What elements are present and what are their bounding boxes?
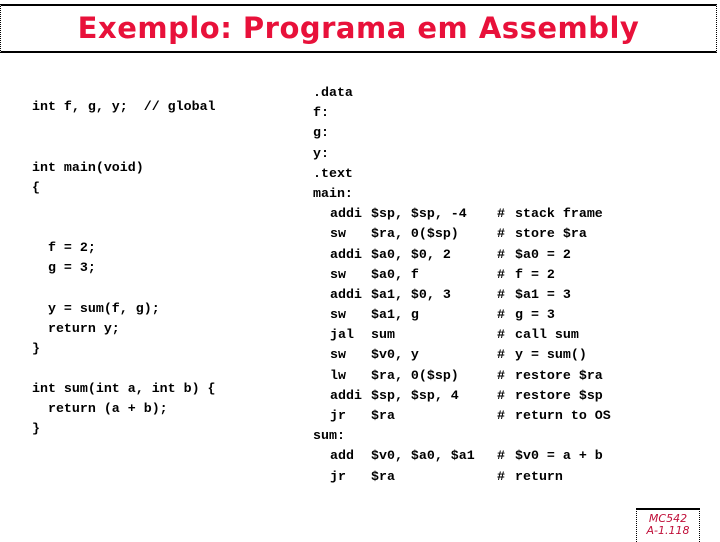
asm-operands: $ra, 0($sp): [371, 226, 459, 242]
asm-opcode: jr: [330, 408, 346, 423]
comment-marker: #: [497, 347, 505, 363]
asm-comment: restore $sp: [515, 387, 603, 403]
asm-comment: $v0 = a + b: [515, 448, 603, 464]
asm-comment: $a1 = 3: [515, 286, 571, 302]
page-number: A-1.118: [646, 524, 690, 537]
asm-operands: $a1, g: [371, 307, 419, 323]
c-code-line: y = sum(f, g);: [32, 301, 160, 316]
c-code-line: g = 3;: [32, 260, 96, 275]
asm-operands: $ra: [371, 408, 395, 423]
asm-operands: $a0, f: [371, 266, 419, 282]
asm-opcode: lw: [330, 367, 346, 383]
asm-operands: $sp, $sp, -4: [371, 206, 467, 222]
c-code-line: }: [32, 421, 40, 436]
c-code-line: int main(void): [32, 160, 144, 175]
asm-opcode: sw: [330, 307, 346, 323]
c-code-line: int f, g, y; // global: [32, 99, 216, 114]
comment-marker: #: [497, 246, 505, 262]
slide-title: Exemplo: Programa em Assembly: [77, 11, 640, 45]
asm-opcode: sw: [330, 226, 346, 242]
asm-label: f:: [313, 105, 329, 121]
asm-label: y:: [313, 145, 329, 161]
asm-label: main:: [313, 185, 353, 201]
comment-marker: #: [497, 408, 505, 423]
asm-comment: stack frame: [515, 206, 603, 222]
asm-label: .text: [313, 165, 353, 181]
c-code-line: return y;: [32, 321, 120, 336]
asm-opcode: addi: [330, 206, 362, 222]
asm-comment: y = sum(): [515, 347, 587, 363]
comment-marker: #: [497, 206, 505, 222]
asm-operands: sum: [371, 327, 395, 343]
asm-comment: return to OS: [515, 408, 611, 423]
asm-opcode: addi: [330, 246, 362, 262]
asm-comment: g = 3: [515, 307, 555, 323]
asm-operands: $ra, 0($sp): [371, 367, 459, 383]
asm-operands: $sp, $sp, 4: [371, 387, 459, 403]
comment-marker: #: [497, 226, 505, 242]
asm-label: .data: [313, 85, 353, 100]
comment-marker: #: [497, 448, 505, 464]
asm-comment: $a0 = 2: [515, 246, 571, 262]
asm-operands: $a1, $0, 3: [371, 286, 451, 302]
comment-marker: #: [497, 286, 505, 302]
comment-marker: #: [497, 327, 505, 343]
asm-comment: restore $ra: [515, 367, 603, 383]
asm-comment: store $ra: [515, 226, 587, 242]
c-code-line: int sum(int a, int b) {: [32, 381, 216, 396]
asm-comment: return: [515, 468, 563, 484]
asm-opcode: addi: [330, 387, 362, 403]
comment-marker: #: [497, 307, 505, 323]
comment-marker: #: [497, 468, 505, 484]
asm-opcode: jal: [330, 327, 354, 343]
comment-marker: #: [497, 387, 505, 403]
c-code-line: {: [32, 180, 40, 195]
asm-comment: call sum: [515, 327, 579, 343]
asm-opcode: jr: [330, 468, 346, 484]
comment-marker: #: [497, 367, 505, 383]
c-code-line: f = 2;: [32, 240, 96, 255]
page-number-box: MC542 A-1.118: [636, 508, 700, 542]
asm-operands: $v0, y: [371, 347, 419, 363]
asm-operands: $ra: [371, 468, 395, 484]
asm-label: sum:: [313, 428, 345, 444]
asm-opcode: add: [330, 448, 354, 464]
c-code-line: return (a + b);: [32, 401, 168, 416]
asm-opcode: addi: [330, 286, 362, 302]
comment-marker: #: [497, 266, 505, 282]
asm-operands: $v0, $a0, $a1: [371, 448, 475, 464]
asm-label: g:: [313, 125, 329, 141]
asm-opcode: sw: [330, 347, 346, 363]
asm-comment: f = 2: [515, 266, 555, 282]
title-box: Exemplo: Programa em Assembly: [0, 4, 717, 53]
c-code-line: }: [32, 341, 40, 356]
asm-operands: $a0, $0, 2: [371, 246, 451, 262]
asm-opcode: sw: [330, 266, 346, 282]
